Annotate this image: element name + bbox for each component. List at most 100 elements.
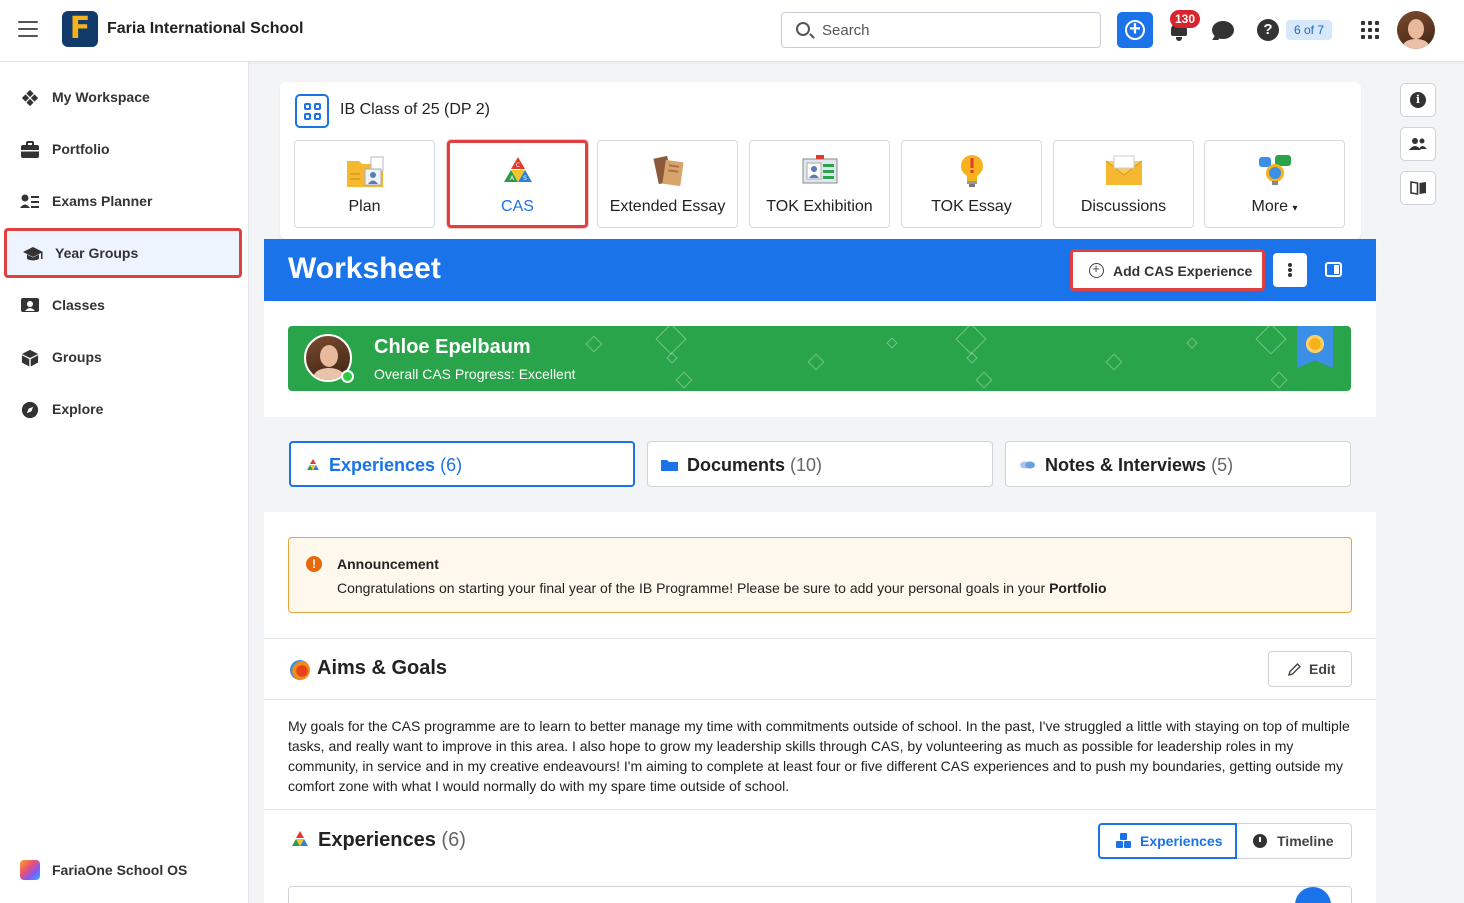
tab-cas[interactable]: CAS CAS [447, 140, 588, 228]
class-grid-icon[interactable] [295, 94, 329, 128]
sidebar-item-label: Year Groups [55, 245, 139, 261]
decor-diamond [807, 353, 825, 371]
sidebar-item-exams-planner[interactable]: Exams Planner [0, 176, 249, 228]
tab-tok-essay[interactable]: TOK Essay [901, 140, 1042, 228]
envelope-icon [1105, 155, 1143, 185]
decor-diamond [886, 337, 898, 349]
sidebar-item-label: Portfolio [52, 141, 110, 157]
tab-label: Plan [348, 198, 381, 215]
aims-goals-title: Aims & Goals [317, 657, 448, 679]
decor-diamond [655, 326, 687, 355]
aims-goals-text: My goals for the CAS programme are to le… [288, 718, 1350, 794]
timeline-view-label: Timeline [1277, 833, 1334, 849]
create-plus-button[interactable] [1117, 12, 1153, 48]
subtab-label: Experiences (6) [329, 455, 463, 475]
sidebar-item-groups[interactable]: Groups [0, 332, 249, 384]
edit-label: Edit [1309, 661, 1336, 677]
decor-diamond [585, 335, 603, 353]
search-icon [796, 22, 810, 36]
online-status-dot [341, 370, 354, 383]
divider [264, 638, 1376, 639]
svg-text:C: C [516, 162, 520, 169]
announcement-title: Announcement [337, 556, 439, 572]
divider [264, 809, 1376, 810]
cas-triangle-icon [292, 831, 308, 846]
chat-icon[interactable] [1212, 21, 1234, 39]
page-count-pill[interactable]: 6 of 7 [1286, 20, 1333, 40]
essay-book-icon [653, 155, 684, 187]
compass-icon [21, 401, 39, 419]
help-icon[interactable]: ? [1257, 19, 1279, 41]
apps-grid-icon[interactable] [1361, 21, 1379, 39]
user-avatar[interactable] [1397, 11, 1435, 49]
sidebar-item-label: Explore [52, 401, 104, 417]
school-name[interactable]: Faria International School [107, 20, 303, 38]
sidebar-item-my-workspace[interactable]: My Workspace [0, 72, 249, 124]
worksheet-title: Worksheet [288, 252, 441, 285]
exams-list-icon [20, 194, 39, 208]
svg-text:S: S [523, 175, 527, 182]
sidebar-item-year-groups[interactable]: Year Groups [4, 228, 242, 278]
kebab-menu-icon[interactable] [1273, 253, 1307, 287]
experiences-view-label: Experiences [1140, 833, 1223, 849]
tab-label: Extended Essay [609, 198, 726, 215]
decor-diamond [1105, 353, 1123, 371]
cas-triangle-icon: CA S [504, 157, 532, 182]
sidebar-item-label: Classes [52, 297, 105, 313]
decor-diamond [666, 352, 678, 364]
open-book-icon[interactable] [1400, 171, 1436, 205]
tab-plan[interactable]: Plan [294, 140, 435, 228]
subtab-label: Notes & Interviews (5) [1045, 455, 1234, 475]
school-logo[interactable]: F [62, 11, 98, 47]
edit-aims-button[interactable]: Edit [1268, 651, 1352, 687]
class-title: IB Class of 25 (DP 2) [340, 101, 490, 118]
sidebar-item-classes[interactable]: Classes [0, 280, 249, 332]
tab-more[interactable]: More ▾ [1204, 140, 1345, 228]
announcement-box: ! Announcement Congratulations on starti… [288, 537, 1352, 613]
subtab-notes-interviews[interactable]: Notes & Interviews (5) [1005, 441, 1351, 487]
student-name[interactable]: Chloe Epelbaum [374, 336, 531, 359]
more-bubbles-icon [1259, 155, 1291, 185]
tab-tok-exhibition[interactable]: TOK Exhibition [749, 140, 890, 228]
target-icon [290, 660, 310, 680]
decor-diamond [1186, 337, 1198, 349]
portfolio-link[interactable]: Portfolio [1049, 580, 1107, 596]
classes-icon [21, 298, 39, 312]
experience-card[interactable] [288, 886, 1352, 903]
clock-icon [1253, 834, 1267, 848]
info-icon[interactable] [1400, 83, 1436, 117]
announcement-body: Congratulations on starting your final y… [337, 580, 1107, 596]
hamburger-menu-icon[interactable] [18, 21, 38, 37]
decor-diamond [975, 371, 993, 389]
sidebar-item-label: Groups [52, 349, 102, 365]
subtab-label: Documents (10) [687, 455, 823, 475]
fariaone-logo-icon [20, 860, 40, 880]
exhibition-screen-icon [802, 155, 838, 184]
experiences-view-button[interactable]: Experiences [1098, 823, 1237, 859]
sidebar-item-portfolio[interactable]: Portfolio [0, 124, 249, 176]
decor-diamond [966, 352, 978, 364]
graduation-cap-icon [23, 247, 43, 261]
subtab-documents[interactable]: Documents (10) [647, 441, 993, 487]
experiences-title: Experiences (6) [318, 829, 466, 851]
timeline-view-button[interactable]: Timeline [1237, 823, 1352, 859]
briefcase-icon [21, 141, 39, 158]
tab-label: CAS [501, 198, 534, 215]
subtab-experiences[interactable]: Experiences (6) [289, 441, 635, 487]
search-box[interactable] [781, 12, 1101, 48]
blocks-icon [1116, 833, 1132, 849]
tab-label: TOK Exhibition [766, 198, 873, 215]
search-input[interactable] [822, 13, 1092, 47]
tab-discussions[interactable]: Discussions [1053, 140, 1194, 228]
add-cas-experience-button[interactable]: Add CAS Experience [1070, 249, 1265, 291]
decor-diamond [1270, 371, 1288, 389]
side-panel-toggle-icon[interactable] [1325, 262, 1342, 277]
tab-extended-essay[interactable]: Extended Essay [597, 140, 738, 228]
experience-action-button[interactable] [1295, 887, 1331, 903]
sidebar: My Workspace Portfolio Exams Planner Yea… [0, 62, 249, 903]
decor-diamond [675, 371, 693, 389]
sidebar-item-explore[interactable]: Explore [0, 384, 249, 436]
decor-diamond [955, 326, 987, 355]
people-icon[interactable] [1400, 127, 1436, 161]
cube-icon [21, 349, 39, 367]
